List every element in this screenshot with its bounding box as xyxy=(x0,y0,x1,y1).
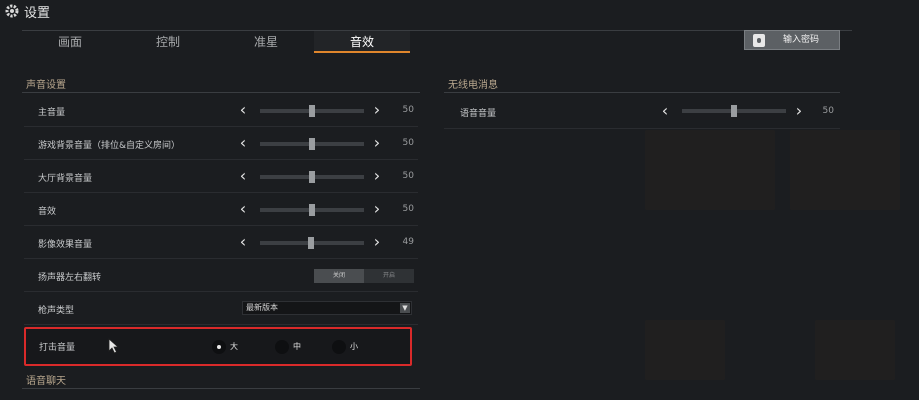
slider-value: 50 xyxy=(402,105,414,115)
slider-value: 50 xyxy=(822,106,834,116)
tab-bar: 画面 控制 准星 音效 xyxy=(22,30,852,54)
chevron-left-icon[interactable]: ‹ xyxy=(236,200,250,218)
slider-value: 50 xyxy=(402,171,414,181)
tab-audio[interactable]: 音效 xyxy=(314,31,410,53)
background-panel xyxy=(790,130,900,210)
toggle-off-option[interactable]: 关闭 xyxy=(314,269,364,283)
toggle-on-option[interactable]: 开启 xyxy=(364,269,414,283)
gear-icon xyxy=(5,4,19,18)
hit-sound-radio-small[interactable] xyxy=(332,340,346,354)
chevron-right-icon[interactable]: › xyxy=(370,101,384,119)
gun-sound-label: 枪声类型 xyxy=(38,306,75,316)
slider-label: 游戏背景音量（排位&自定义房间） xyxy=(38,141,181,151)
slider-value: 49 xyxy=(402,237,414,247)
slider-track[interactable] xyxy=(260,204,364,216)
slider-row-sfx: 音效 ‹ › 50 xyxy=(24,194,418,226)
slider-label: 大厅背景音量 xyxy=(38,174,93,184)
enter-password-label: 输入密码 xyxy=(783,35,820,45)
slider-track[interactable] xyxy=(260,237,364,249)
speaker-flip-toggle[interactable]: 关闭 开启 xyxy=(314,269,414,283)
radio-label: 大 xyxy=(230,342,238,351)
section-divider xyxy=(22,388,420,389)
tab-crosshair[interactable]: 准星 xyxy=(218,31,314,53)
background-panel xyxy=(815,320,895,380)
slider-value: 50 xyxy=(402,204,414,214)
slider-thumb[interactable] xyxy=(309,171,315,183)
chevron-right-icon[interactable]: › xyxy=(370,167,384,185)
hit-sound-row: 打击音量 大 中 小 xyxy=(24,327,412,366)
slider-label: 影像效果音量 xyxy=(38,240,93,250)
slider-value: 50 xyxy=(402,138,414,148)
slider-row-lobby-bgm: 大厅背景音量 ‹ › 50 xyxy=(24,161,418,193)
section-title-voice-chat: 语音聊天 xyxy=(26,376,66,387)
chevron-left-icon[interactable]: ‹ xyxy=(658,102,672,120)
hit-sound-label: 打击音量 xyxy=(39,343,76,353)
slider-label: 语音音量 xyxy=(460,109,497,119)
chevron-right-icon[interactable]: › xyxy=(792,102,806,120)
chevron-down-icon[interactable]: ▼ xyxy=(400,303,410,313)
slider-thumb[interactable] xyxy=(308,237,314,249)
chevron-right-icon[interactable]: › xyxy=(370,200,384,218)
radio-label: 中 xyxy=(293,342,301,351)
speaker-flip-row: 扬声器左右翻转 关闭 开启 xyxy=(24,260,418,292)
gun-sound-selected: 最新版本 xyxy=(246,303,278,312)
slider-thumb[interactable] xyxy=(309,204,315,216)
radio-label: 小 xyxy=(350,342,358,351)
chevron-left-icon[interactable]: ‹ xyxy=(236,167,250,185)
slider-label: 音效 xyxy=(38,207,57,217)
slider-track[interactable] xyxy=(260,138,364,150)
background-panel xyxy=(645,130,775,210)
speaker-flip-label: 扬声器左右翻转 xyxy=(38,273,102,283)
chevron-left-icon[interactable]: ‹ xyxy=(236,101,250,119)
slider-track[interactable] xyxy=(260,171,364,183)
hit-sound-radio-large[interactable] xyxy=(212,340,226,354)
chevron-left-icon[interactable]: ‹ xyxy=(236,134,250,152)
slider-row-voice-volume: 语音音量 ‹ › 50 xyxy=(444,95,840,129)
slider-thumb[interactable] xyxy=(309,138,315,150)
chevron-left-icon[interactable]: ‹ xyxy=(236,233,250,251)
slider-row-video-volume: 影像效果音量 ‹ › 49 xyxy=(24,227,418,259)
tab-graphics[interactable]: 画面 xyxy=(22,31,118,53)
tab-controls[interactable]: 控制 xyxy=(120,31,216,53)
slider-track[interactable] xyxy=(682,105,786,117)
lock-icon xyxy=(753,34,765,47)
section-divider xyxy=(444,92,840,93)
hit-sound-radio-medium[interactable] xyxy=(275,340,289,354)
slider-row-game-bgm: 游戏背景音量（排位&自定义房间） ‹ › 50 xyxy=(24,128,418,160)
mouse-cursor-icon xyxy=(108,338,120,354)
section-title-radio: 无线电消息 xyxy=(448,80,498,91)
gun-sound-row: 枪声类型 最新版本 ▼ xyxy=(24,293,418,325)
gun-sound-select[interactable]: 最新版本 ▼ xyxy=(242,301,412,315)
section-divider xyxy=(22,92,420,93)
chevron-right-icon[interactable]: › xyxy=(370,233,384,251)
enter-password-button[interactable]: 输入密码 xyxy=(744,30,840,50)
slider-thumb[interactable] xyxy=(731,105,737,117)
background-panel xyxy=(645,320,725,380)
slider-row-master-volume: 主音量 ‹ › 50 xyxy=(24,95,418,127)
slider-label: 主音量 xyxy=(38,108,66,118)
section-title-sound: 声音设置 xyxy=(26,80,66,91)
page-title: 设置 xyxy=(24,6,51,21)
slider-track[interactable] xyxy=(260,105,364,117)
slider-thumb[interactable] xyxy=(309,105,315,117)
chevron-right-icon[interactable]: › xyxy=(370,134,384,152)
title-bar: 设置 xyxy=(0,0,919,22)
